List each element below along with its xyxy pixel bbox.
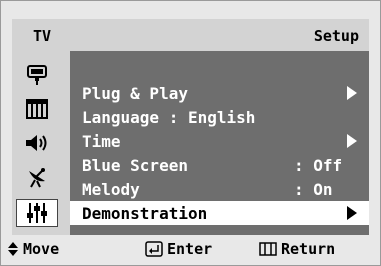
move-hint: Move [7, 240, 59, 258]
setup-menu: Plug & Play Language : English Time Blue… [70, 51, 369, 235]
sidebar-item-setup[interactable] [16, 199, 58, 227]
menu-item-label: Language : English [82, 108, 256, 127]
menu-item-plug-and-play[interactable]: Plug & Play [70, 81, 369, 105]
input-icon [27, 65, 47, 85]
sound-icon [26, 135, 47, 151]
menu-item-language[interactable]: Language : English [70, 105, 369, 129]
menu-item-label: Time [82, 132, 121, 151]
menu-item-value: : Off [294, 156, 343, 175]
setup-icon [27, 203, 47, 223]
chevron-right-icon [347, 134, 357, 148]
button-guide: Move Enter Return [1, 235, 380, 265]
menu-item-label: Plug & Play [82, 84, 188, 103]
osd-window: TV Setup Plug & Play Language: English … [12, 19, 369, 235]
sidebar-item-sound[interactable] [16, 129, 58, 157]
picture-icon [26, 99, 48, 119]
menu-item-melody[interactable]: Melody : On [70, 177, 369, 201]
return-hint: Return [259, 240, 335, 258]
menu-item-time[interactable]: Time [70, 129, 369, 153]
sidebar-item-picture[interactable] [16, 95, 58, 123]
up-down-arrow-icon [8, 242, 18, 256]
enter-hint: Enter [145, 240, 212, 258]
menu-item-label: Melody [82, 180, 140, 199]
menu-item-demonstration[interactable]: Demonstration [70, 201, 369, 225]
return-label: Return [281, 240, 336, 258]
sidebar [12, 51, 62, 235]
chevron-right-icon [347, 86, 357, 100]
chevron-right-icon [347, 206, 357, 220]
sidebar-item-input[interactable] [16, 61, 58, 89]
title-bar: Setup [62, 19, 369, 51]
menu-item-label: Blue Screen [82, 156, 188, 175]
menu-item-blue-screen[interactable]: Blue Screen : Off [70, 153, 369, 177]
source-label: TV [33, 27, 52, 45]
enter-label: Enter [167, 240, 213, 258]
osd-frame: TV Setup Plug & Play Language: English … [0, 0, 381, 266]
enter-icon [145, 241, 163, 257]
header: TV Setup [12, 19, 369, 51]
menu-icon [259, 242, 277, 256]
channel-icon [29, 168, 45, 188]
sidebar-item-channel[interactable] [16, 163, 58, 191]
menu-item-value: : On [294, 180, 333, 199]
page-title: Setup [313, 27, 359, 45]
menu-item-label: Demonstration [82, 204, 208, 223]
move-label: Move [23, 240, 60, 258]
